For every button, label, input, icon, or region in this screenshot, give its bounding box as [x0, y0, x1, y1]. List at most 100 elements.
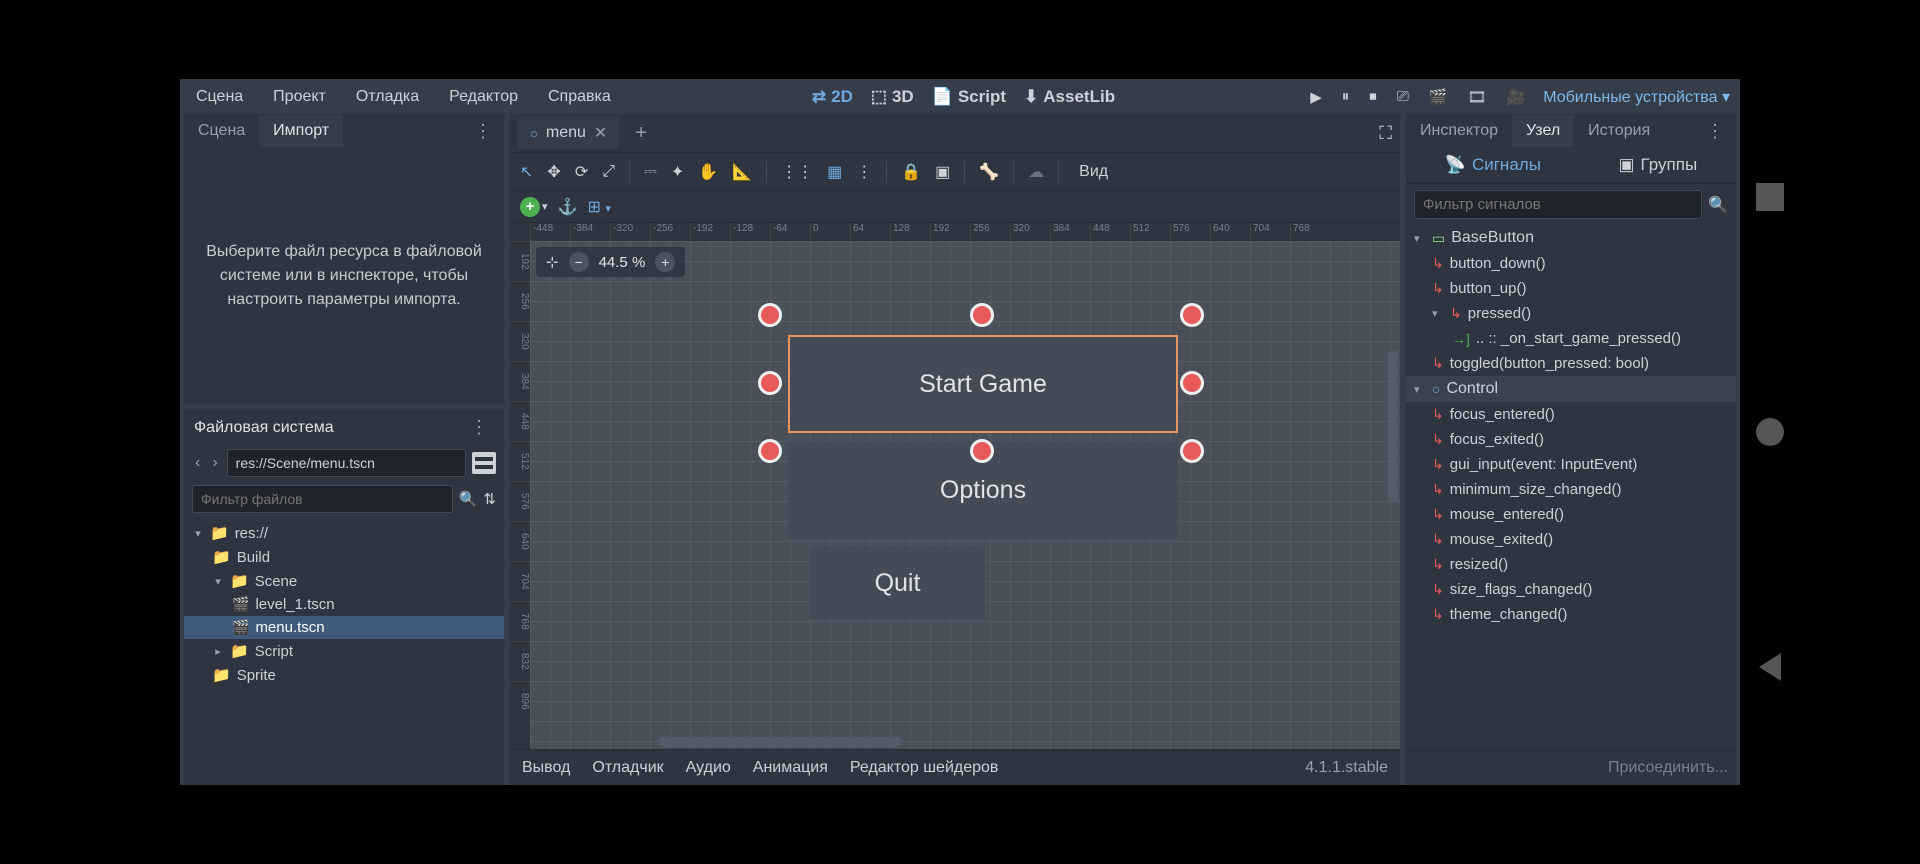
zoom-in-button[interactable]: +: [655, 252, 675, 272]
tab-signals[interactable]: 📡Сигналы: [1445, 155, 1541, 175]
lock-icon[interactable]: 🔒: [901, 162, 921, 182]
fs-file-menu[interactable]: 🎬menu.tscn: [184, 616, 504, 639]
selection-handle[interactable]: [758, 371, 782, 395]
signal-min-size-changed[interactable]: ↳minimum_size_changed(): [1406, 477, 1736, 502]
zoom-out-button[interactable]: −: [569, 252, 589, 272]
fs-folder-build[interactable]: 📁Build: [184, 545, 504, 569]
tab-node[interactable]: Узел: [1512, 115, 1574, 147]
fs-view-toggle[interactable]: [472, 452, 496, 474]
fs-folder-script[interactable]: ▸📁Script: [184, 639, 504, 663]
tab-scene[interactable]: Сцена: [184, 115, 259, 147]
workspace-2d[interactable]: ⇄2D: [812, 87, 853, 107]
search-icon[interactable]: 🔍: [459, 490, 478, 508]
selection-handle[interactable]: [758, 439, 782, 463]
fs-sort-icon[interactable]: ⇅: [483, 490, 496, 508]
button-quit[interactable]: Quit: [810, 547, 985, 619]
signal-button-up[interactable]: ↳button_up(): [1406, 276, 1736, 301]
play-custom-button[interactable]: 🎞: [1467, 88, 1486, 106]
signal-resized[interactable]: ↳resized(): [1406, 552, 1736, 577]
fs-folder-sprite[interactable]: 📁Sprite: [184, 663, 504, 687]
view-menu[interactable]: Вид: [1073, 163, 1114, 181]
list-select-icon[interactable]: ⎓: [644, 163, 657, 181]
signal-class-control[interactable]: ▾○Control: [1406, 376, 1736, 402]
bottom-tab-animation[interactable]: Анимация: [753, 759, 828, 777]
selection-handle[interactable]: [1180, 371, 1204, 395]
close-tab-icon[interactable]: ✕: [594, 123, 607, 143]
tab-groups[interactable]: ▣Группы: [1618, 155, 1697, 175]
signal-mouse-exited[interactable]: ↳mouse_exited(): [1406, 527, 1736, 552]
pan-tool-icon[interactable]: ✋: [698, 162, 718, 182]
tab-import[interactable]: Импорт: [259, 115, 343, 147]
snap-toggle-icon[interactable]: ⋮⋮: [781, 162, 813, 182]
fs-folder-scene[interactable]: ▾📁Scene: [184, 569, 504, 593]
workspace-assetlib[interactable]: ⬇AssetLib: [1024, 87, 1115, 107]
selection-handle[interactable]: [758, 303, 782, 327]
fs-nav-forward[interactable]: ›: [209, 454, 220, 472]
signal-class-basebutton[interactable]: ▾▭BaseButton: [1406, 225, 1736, 251]
rotate-tool-icon[interactable]: ⟳: [575, 162, 588, 182]
snap-options-icon[interactable]: ⋮: [856, 162, 872, 182]
viewport[interactable]: -448-384-320-256-192-128-640641281922563…: [510, 222, 1400, 749]
select-tool-icon[interactable]: ↖: [520, 162, 533, 182]
signal-mouse-entered[interactable]: ↳mouse_entered(): [1406, 502, 1736, 527]
anchor-preset-icon[interactable]: ⚓: [558, 197, 578, 217]
pivot-tool-icon[interactable]: ✦: [671, 162, 684, 182]
signal-button-down[interactable]: ↳button_down(): [1406, 251, 1736, 276]
tab-history[interactable]: История: [1574, 115, 1664, 147]
bottom-tab-debugger[interactable]: Отладчик: [592, 759, 663, 777]
button-start-game[interactable]: Start Game: [788, 335, 1178, 433]
grid-snap-icon[interactable]: ▦: [827, 162, 842, 182]
menu-scene[interactable]: Сцена: [190, 84, 249, 110]
scale-tool-icon[interactable]: ⤢: [602, 163, 615, 181]
android-back-button[interactable]: [1759, 653, 1781, 681]
android-home-button[interactable]: [1756, 418, 1784, 446]
bone-icon[interactable]: 🦴: [979, 162, 999, 182]
viewport-scrollbar-h[interactable]: [660, 737, 900, 747]
signal-toggled[interactable]: ↳toggled(button_pressed: bool): [1406, 351, 1736, 376]
fs-filter-input[interactable]: [192, 485, 453, 513]
export-target-dropdown[interactable]: Мобильные устройства ▾: [1543, 87, 1730, 107]
search-icon[interactable]: 🔍: [1708, 195, 1728, 215]
signal-filter-input[interactable]: [1414, 190, 1702, 219]
zoom-level-label[interactable]: 44.5 %: [599, 254, 646, 271]
canvas-area[interactable]: ⊹ − 44.5 % + Start Game Options Quit: [530, 241, 1400, 749]
signal-focus-exited[interactable]: ↳focus_exited(): [1406, 427, 1736, 452]
menu-editor[interactable]: Редактор: [443, 84, 524, 110]
menu-project[interactable]: Проект: [267, 84, 332, 110]
group-icon[interactable]: ▣: [935, 162, 950, 182]
expand-viewport-icon[interactable]: ⛶: [1379, 123, 1392, 144]
menu-help[interactable]: Справка: [542, 84, 617, 110]
workspace-script[interactable]: 📄Script: [932, 87, 1006, 107]
fs-nav-back[interactable]: ‹: [192, 454, 203, 472]
signal-gui-input[interactable]: ↳gui_input(event: InputEvent): [1406, 452, 1736, 477]
android-recent-button[interactable]: [1756, 183, 1784, 211]
filesystem-menu-icon[interactable]: ⋮: [464, 417, 494, 438]
signal-theme-changed[interactable]: ↳theme_changed(): [1406, 602, 1736, 627]
selection-handle[interactable]: [1180, 439, 1204, 463]
play-scene-button[interactable]: 🎬: [1429, 88, 1448, 106]
scene-tab-menu[interactable]: ○ menu ✕: [518, 117, 619, 149]
stop-button[interactable]: ⏹: [1369, 88, 1377, 105]
cloud-icon[interactable]: ☁: [1028, 162, 1044, 182]
selection-handle[interactable]: [970, 439, 994, 463]
container-sizing-icon[interactable]: ⊞ ▾: [587, 197, 610, 217]
workspace-3d[interactable]: ⬚3D: [871, 87, 914, 107]
bottom-tab-shader[interactable]: Редактор шейдеров: [850, 759, 999, 777]
left-top-menu-icon[interactable]: ⋮: [468, 121, 498, 142]
connect-button[interactable]: Присоединить...: [1406, 750, 1736, 785]
signal-connection[interactable]: →].. :: _on_start_game_pressed(): [1406, 326, 1736, 351]
selection-handle[interactable]: [970, 303, 994, 327]
add-node-button[interactable]: +▾: [520, 197, 548, 217]
right-panel-menu-icon[interactable]: ⋮: [1700, 121, 1730, 142]
signal-pressed[interactable]: ▾↳pressed(): [1406, 301, 1736, 326]
add-scene-tab[interactable]: +: [629, 122, 653, 145]
run-remote-button[interactable]: ⎚: [1397, 88, 1409, 105]
play-button[interactable]: ▶: [1310, 88, 1322, 106]
fs-file-level1[interactable]: 🎬level_1.tscn: [184, 593, 504, 616]
fs-path-input[interactable]: [227, 449, 466, 477]
bottom-tab-audio[interactable]: Аудио: [686, 759, 731, 777]
tab-inspector[interactable]: Инспектор: [1406, 115, 1512, 147]
signal-size-flags-changed[interactable]: ↳size_flags_changed(): [1406, 577, 1736, 602]
move-tool-icon[interactable]: ✥: [547, 162, 560, 182]
pause-button[interactable]: ⏸: [1342, 88, 1350, 105]
